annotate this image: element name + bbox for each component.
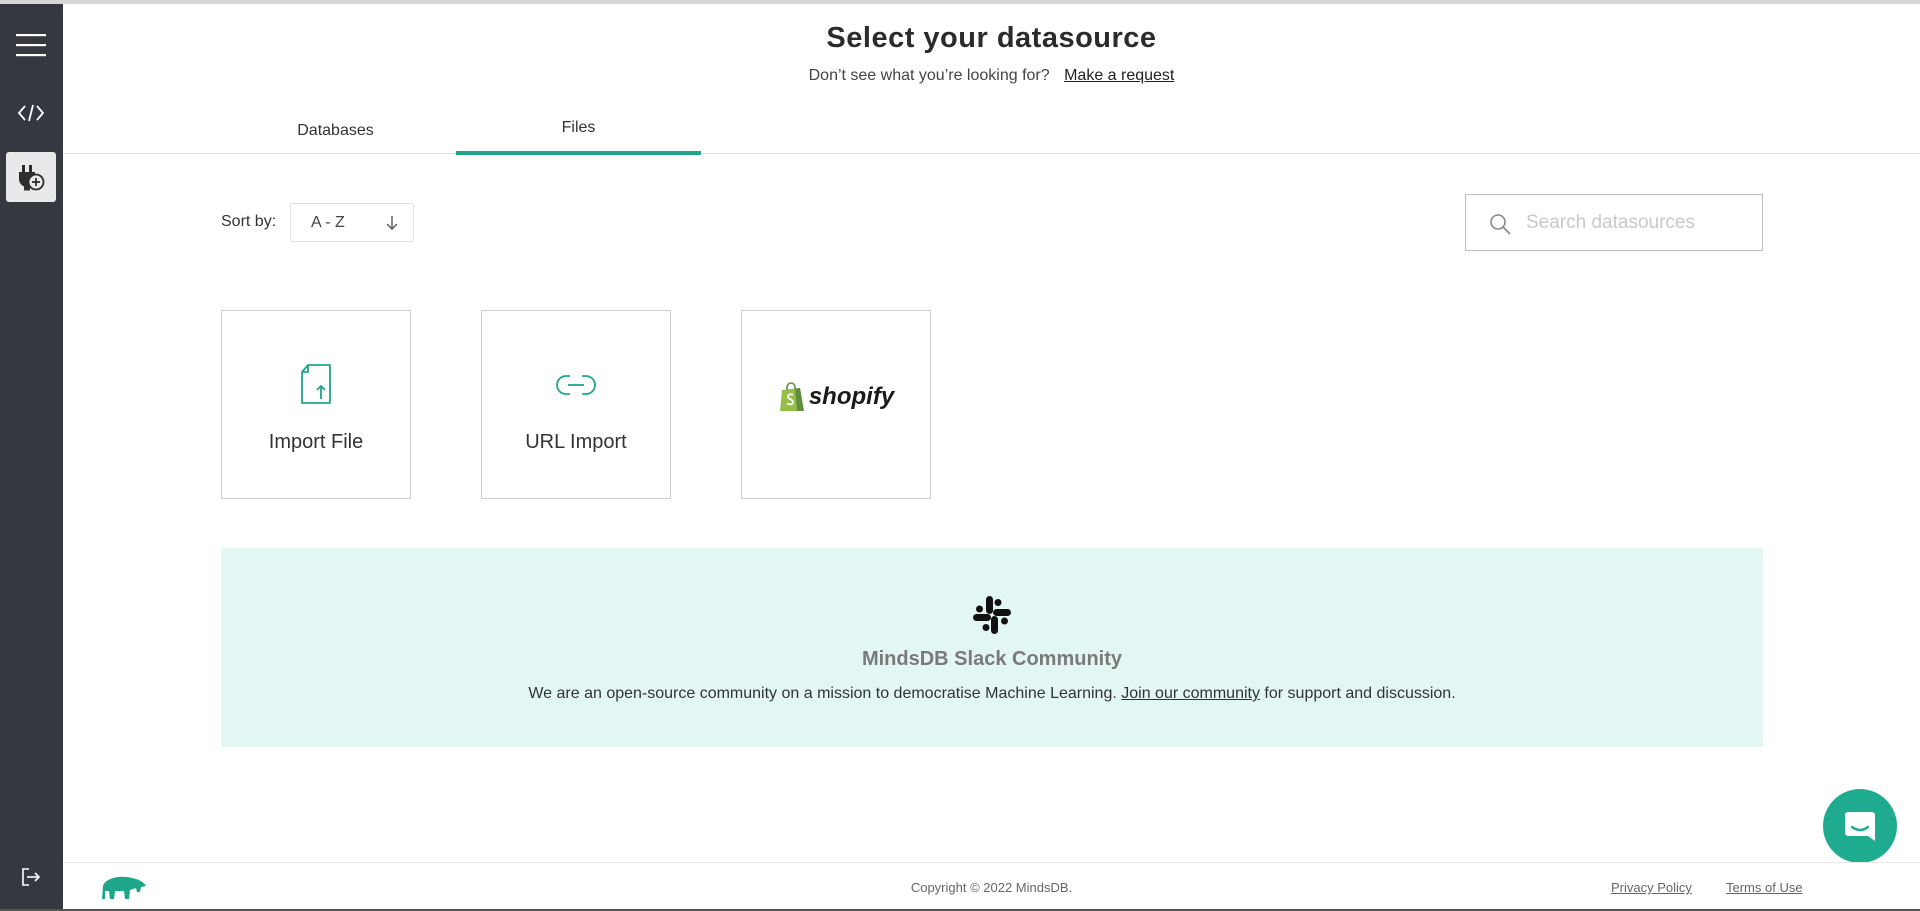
card-icon-wrap [222,363,410,405]
tab-databases[interactable]: Databases [213,110,458,154]
page-subtitle: Don’t see what you’re looking for? Make … [63,67,1920,85]
url-import-card[interactable]: URL Import [481,310,671,499]
card-label: URL Import [525,431,627,453]
search-icon [1490,214,1511,235]
make-request-link[interactable]: Make a request [1064,67,1174,84]
sort-value: A - Z [311,213,345,231]
card-label: Import File [268,431,364,453]
top-border [0,0,1920,4]
search-input[interactable] [1526,209,1746,237]
code-icon [17,104,45,122]
file-upload-icon [301,364,331,404]
shopify-logo: shopify [742,381,930,413]
sort-label: Sort by: [221,213,277,230]
sort-select[interactable]: A - Z [290,203,414,242]
card-icon-wrap [482,373,670,397]
sidebar [0,4,63,911]
datasource-tabs: Databases Files [63,110,1920,155]
plug-add-icon [18,165,45,191]
sql-editor-button[interactable] [6,88,56,138]
add-datasource-button[interactable] [6,152,56,202]
subtitle-text: Don’t see what you’re looking for? [808,67,1050,84]
join-community-link[interactable]: Join our community [1121,685,1260,702]
slack-community-banner: MindsDB Slack Community We are an open-s… [221,548,1763,747]
logout-button[interactable] [6,852,56,902]
hamburger-menu-icon [16,34,46,57]
search-box [1465,194,1763,251]
terms-of-use-link[interactable]: Terms of Use [1726,880,1803,895]
import-file-card[interactable]: Import File [221,310,411,499]
arrow-down-icon [386,216,398,230]
community-title: MindsDB Slack Community [861,648,1123,670]
page-title: Select your datasource [826,22,1157,54]
community-text-after: for support and discussion. [1264,685,1456,702]
shopify-bag-icon [779,382,804,411]
logout-icon [22,868,41,886]
shopify-wordmark: shopify [808,383,895,410]
community-text-before: We are an open-source community on a mis… [528,685,1117,702]
community-text: We are an open-source community on a mis… [221,685,1763,703]
privacy-policy-link[interactable]: Privacy Policy [1611,880,1692,895]
hamburger-menu-button[interactable] [6,20,56,70]
slack-icon [973,596,1011,634]
chat-icon [1845,812,1875,841]
chat-launcher-button[interactable] [1823,789,1897,863]
shopify-card[interactable]: shopify [741,310,931,499]
footer: Copyright © 2022 MindsDB. Privacy Policy… [63,862,1920,911]
tab-files[interactable]: Files [456,110,701,155]
link-icon [556,375,596,395]
